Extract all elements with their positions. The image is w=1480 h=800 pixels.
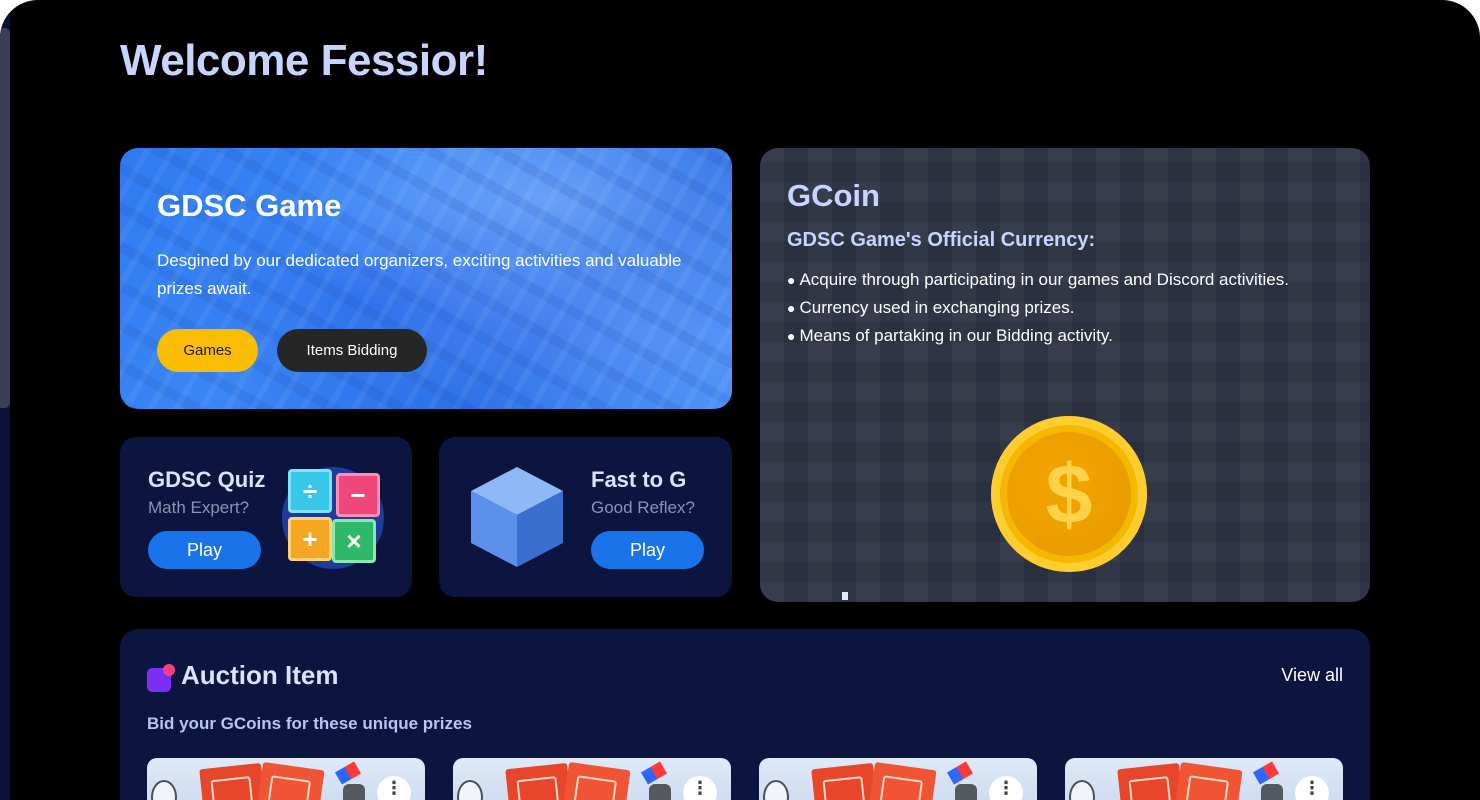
prize-card-image [811,762,879,800]
auction-title: Auction Item [181,660,339,690]
prize-card-image [505,762,573,800]
scrollbar-track[interactable] [0,10,10,800]
divide-icon: ÷ [288,469,332,513]
gcoin-info-card: GCoin GDSC Game's Official Currency: Acq… [760,148,1370,602]
astronaut-icon [1069,780,1095,800]
prize-card-image [1117,762,1185,800]
dollar-sign-icon: $ [1007,432,1131,556]
auction-item-card[interactable]: ⋮ [759,758,1037,800]
fast-to-g-card[interactable]: Fast to G Good Reflex? Play [439,437,732,597]
more-options-button[interactable]: ⋮ [377,776,411,800]
quiz-subtitle: Math Expert? [148,498,250,517]
prize-card-image [867,761,937,800]
items-bidding-button[interactable]: Items Bidding [277,329,427,372]
prize-card-image [199,762,267,800]
astronaut-icon [151,780,177,800]
robot-icon [649,784,671,800]
scrollbar-thumb[interactable] [0,28,10,408]
minus-icon: − [336,473,380,517]
hero-title: GDSC Game [157,188,342,223]
prize-card-image [1173,761,1243,800]
quiz-play-button[interactable]: Play [148,531,261,569]
sparkle-decoration [842,592,848,600]
prize-card-image [561,761,631,800]
gcoin-feature-list: Acquire through participating in our gam… [787,266,1307,350]
auction-item-card[interactable]: ⋮ [1065,758,1343,800]
page-title: Welcome Fessior! [120,36,488,85]
quiz-title: GDSC Quiz [148,467,266,492]
gcoin-feature-item: Means of partaking in our Bidding activi… [787,322,1307,350]
hero-description: Desgined by our dedicated organizers, ex… [157,251,682,298]
auction-icon [147,664,175,692]
gcoin-title: GCoin [787,178,880,213]
app-frame: Welcome Fessior! GDSC Game Desgined by o… [0,0,1480,800]
prize-card-image [255,761,325,800]
more-options-button[interactable]: ⋮ [683,776,717,800]
astronaut-icon [457,780,483,800]
auction-section: Auction Item View all Bid your GCoins fo… [120,629,1370,800]
fast-to-g-subtitle: Good Reflex? [591,498,695,517]
view-all-link[interactable]: View all [1281,665,1343,686]
gcoin-subtitle: GDSC Game's Official Currency: [787,229,1096,251]
flag-icon [640,761,668,785]
cube-icon [471,467,563,567]
astronaut-icon [763,780,789,800]
gdsc-game-hero-card: GDSC Game Desgined by our dedicated orga… [120,148,732,409]
gcoin-feature-item: Acquire through participating in our gam… [787,266,1307,294]
plus-icon: + [288,517,332,561]
gdsc-quiz-card[interactable]: GDSC Quiz Math Expert? Play ÷ − + × [120,437,412,597]
flag-icon [946,761,974,785]
more-options-button[interactable]: ⋮ [989,776,1023,800]
gold-coin-icon: $ [991,416,1147,572]
multiply-icon: × [332,519,376,563]
more-options-button[interactable]: ⋮ [1295,776,1329,800]
auction-subtitle: Bid your GCoins for these unique prizes [147,714,472,733]
flag-icon [334,761,362,785]
games-button[interactable]: Games [157,329,258,372]
fast-to-g-title: Fast to G [591,467,687,492]
robot-icon [1261,784,1283,800]
auction-item-card[interactable]: ⋮ [453,758,731,800]
robot-icon [955,784,977,800]
gcoin-feature-item: Currency used in exchanging prizes. [787,294,1307,322]
robot-icon [343,784,365,800]
fast-to-g-play-button[interactable]: Play [591,531,704,569]
flag-icon [1252,761,1280,785]
auction-item-card[interactable]: ⋮ [147,758,425,800]
math-operators-icon: ÷ − + × [280,461,390,571]
